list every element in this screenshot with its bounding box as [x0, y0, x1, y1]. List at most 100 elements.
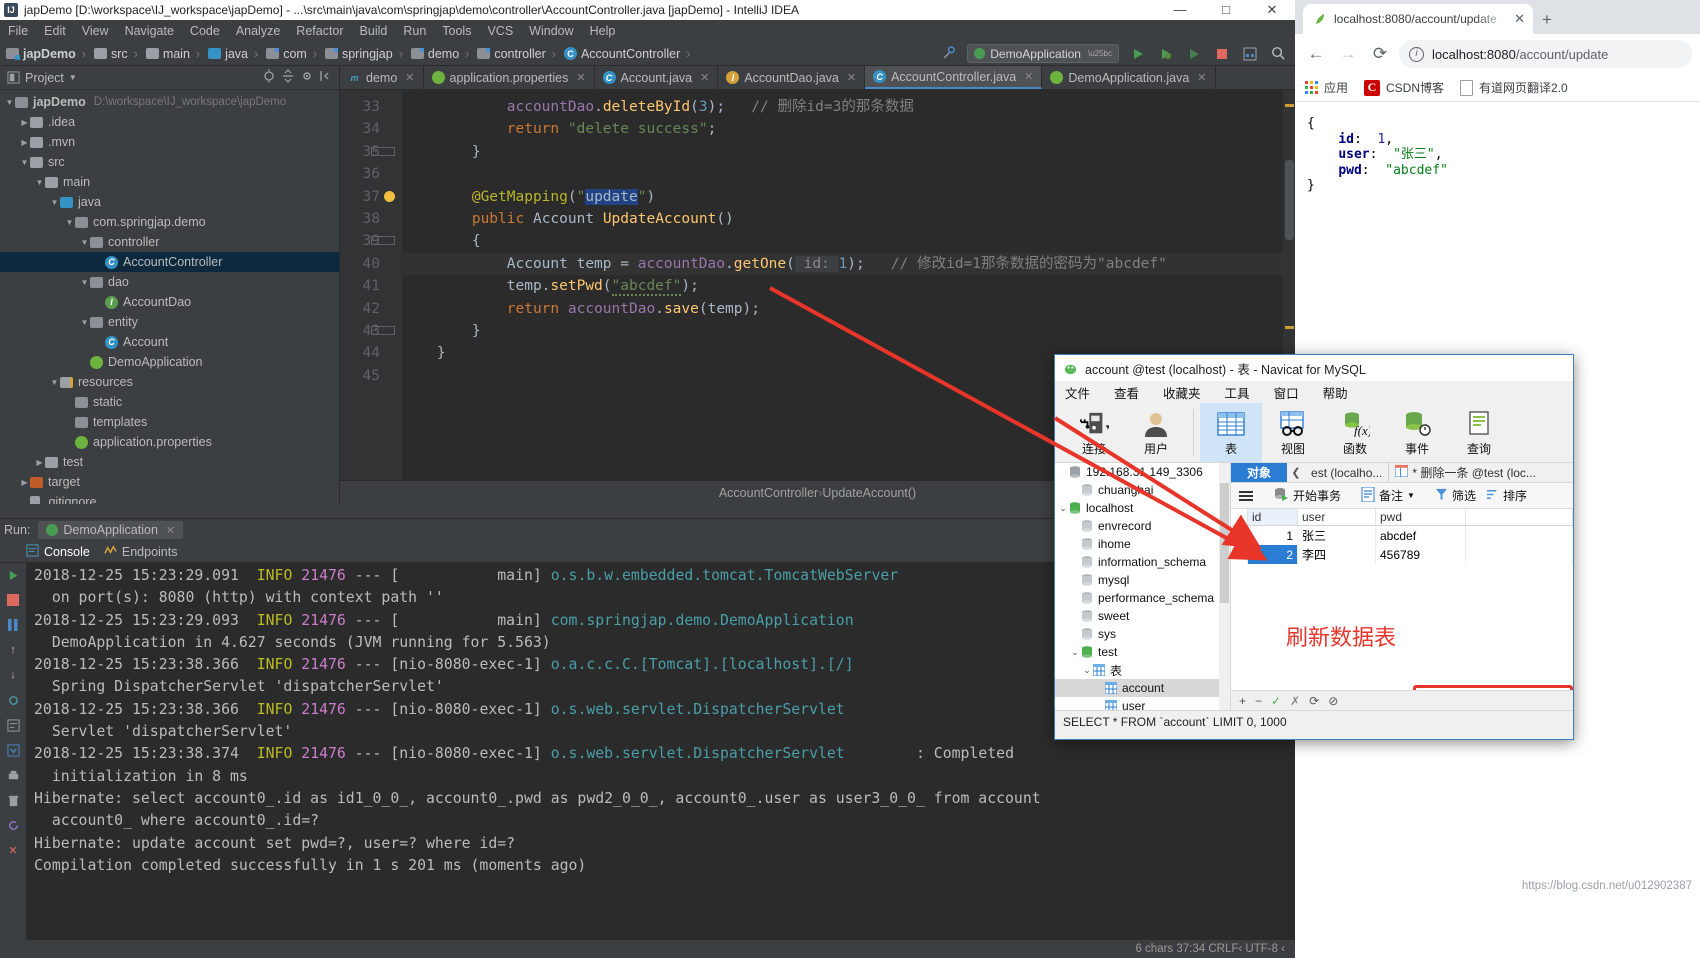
stop-icon[interactable] — [5, 592, 21, 608]
expand-arrow-icon[interactable]: ▼ — [79, 278, 90, 287]
close-button[interactable]: ✕ — [1249, 0, 1295, 20]
menu-window[interactable]: Window — [529, 24, 573, 38]
expand-arrow-icon[interactable]: ▼ — [64, 218, 75, 227]
expand-arrow-icon[interactable]: ▼ — [4, 98, 15, 107]
navicat-tree-item-ihome[interactable]: ihome — [1055, 535, 1230, 553]
menu-edit[interactable]: Edit — [44, 24, 66, 38]
close-icon[interactable]: ✕ — [1514, 11, 1525, 27]
intention-bulb-icon[interactable] — [384, 190, 395, 202]
editor-breadcrumb-item[interactable]: UpdateAccount() — [822, 486, 916, 500]
expand-arrow-icon[interactable]: ▶ — [19, 478, 30, 487]
note-button[interactable]: 备注 ▼ — [1361, 486, 1415, 505]
object-crumb-2[interactable]: * 删除一条 @test (loc... — [1412, 464, 1536, 481]
expand-arrow-icon[interactable]: ⌄ — [1057, 503, 1069, 514]
editor-tab-demoapplication-java[interactable]: DemoApplication.java ✕ — [1042, 66, 1216, 89]
tree-item-dao[interactable]: ▼ dao — [0, 272, 339, 292]
run-sidebar-toolbar[interactable]: ↑ ↓ ✕ — [0, 563, 26, 940]
up-arrow-icon[interactable]: ↑ — [5, 642, 21, 658]
search-icon[interactable] — [1269, 45, 1287, 63]
tree-item-entity[interactable]: ▼ entity — [0, 312, 339, 332]
grid-row[interactable]: ▶ 2 李四 456789 — [1231, 545, 1573, 564]
navicat-tree-item-sweet[interactable]: sweet — [1055, 607, 1230, 625]
address-bar[interactable]: i localhost:8080/account/update — [1399, 40, 1692, 68]
collapse-all-icon[interactable] — [281, 69, 295, 86]
navicat-connection-tree[interactable]: 192.168.31.149_3306 chuanghai ⌄ localhost en… — [1055, 463, 1231, 710]
expand-arrow-icon[interactable]: ▼ — [34, 178, 45, 187]
tree-item-accountdao[interactable]: I AccountDao — [0, 292, 339, 312]
filter-button[interactable]: 筛选 — [1435, 487, 1476, 504]
bookmark-csdn[interactable]: C CSDN博客 — [1364, 79, 1444, 96]
editor-tab-accountcontroller-java[interactable]: C AccountController.java ✕ — [865, 66, 1043, 89]
build-icon[interactable] — [939, 45, 957, 63]
trash-icon[interactable] — [5, 792, 21, 808]
ribbon-query[interactable]: 查询 — [1448, 403, 1510, 462]
navicat-tree-item-information-schema[interactable]: information_schema — [1055, 553, 1230, 571]
breadcrumb-java[interactable]: java › — [208, 47, 264, 61]
cell-id[interactable]: 1 — [1248, 526, 1298, 545]
run-button[interactable] — [1129, 45, 1147, 63]
navicat-menu-item[interactable]: 查看 — [1114, 383, 1139, 402]
menu-analyze[interactable]: Analyze — [236, 24, 280, 38]
chevron-down-icon[interactable]: ▼ — [1407, 491, 1415, 500]
hide-panel-icon[interactable] — [319, 69, 333, 86]
editor-tab-bar[interactable]: m demo ✕ application.properties ✕ C Account.j… — [340, 66, 1295, 90]
tree-item-static[interactable]: static — [0, 392, 339, 412]
tree-item-account[interactable]: C Account — [0, 332, 339, 352]
tree-item-main[interactable]: ▼ main — [0, 172, 339, 192]
expand-arrow-icon[interactable]: ▶ — [19, 118, 30, 127]
line-number[interactable]: 41 — [340, 275, 402, 297]
down-arrow-icon[interactable]: ↓ — [5, 667, 21, 683]
menu-refactor[interactable]: Refactor — [296, 24, 343, 38]
coverage-button[interactable] — [1185, 45, 1203, 63]
begin-transaction-button[interactable]: 开始事务 — [1273, 487, 1341, 505]
cell-user[interactable]: 张三 — [1298, 526, 1376, 545]
navicat-data-grid[interactable]: id user pwd 1 张三 abcdef ▶ 2 李四 456789 — [1231, 509, 1573, 690]
locate-icon[interactable] — [262, 69, 276, 86]
cell-user[interactable]: 李四 — [1298, 545, 1376, 564]
forward-button[interactable]: → — [1335, 41, 1361, 67]
code-fold-icon[interactable]: − — [371, 326, 395, 335]
bookmark-apps[interactable]: 应用 — [1305, 79, 1348, 96]
menu-help[interactable]: Help — [590, 24, 616, 38]
print-icon[interactable] — [5, 767, 21, 783]
tree-item-japdemo[interactable]: ▼ japDemo D:\workspace\IJ_workspace\japDem… — [0, 92, 339, 112]
minimize-button[interactable]: — — [1157, 0, 1203, 20]
apply-change-button[interactable]: ✓ — [1271, 694, 1281, 708]
navicat-tree-item-test[interactable]: ⌄ test — [1055, 643, 1230, 661]
cell-id[interactable]: 2 — [1248, 545, 1298, 564]
tree-item-accountcontroller[interactable]: C AccountController — [0, 252, 339, 272]
line-number[interactable]: 44 — [340, 342, 402, 364]
layout-icon[interactable] — [1241, 45, 1259, 63]
tree-item-controller[interactable]: ▼ controller — [0, 232, 339, 252]
cell-pwd[interactable]: abcdef — [1376, 526, 1466, 545]
add-record-button[interactable]: + — [1239, 694, 1246, 708]
navicat-tree-item-chuanghai[interactable]: chuanghai — [1055, 481, 1230, 499]
reload-button[interactable]: ⟳ — [1367, 41, 1393, 67]
editor-breadcrumb-item[interactable]: AccountController — [719, 486, 818, 500]
menu-navigate[interactable]: Navigate — [125, 24, 174, 38]
refresh-button[interactable]: ⟳ — [1309, 694, 1319, 708]
tree-scrollbar[interactable] — [1219, 463, 1230, 710]
menu-tools[interactable]: Tools — [442, 24, 471, 38]
new-tab-button[interactable]: + — [1533, 6, 1561, 34]
navicat-menu-item[interactable]: 文件 — [1065, 383, 1090, 402]
ribbon-view[interactable]: 视图 — [1262, 403, 1324, 462]
menu-code[interactable]: Code — [190, 24, 220, 38]
navicat-menu-item[interactable]: 工具 — [1225, 383, 1250, 402]
editor-tab-accountdao-java[interactable]: I AccountDao.java ✕ — [718, 66, 866, 89]
tree-item-src[interactable]: ▼ src — [0, 152, 339, 172]
cell-pwd[interactable]: 456789 — [1376, 545, 1466, 564]
code-fold-icon[interactable]: − — [371, 146, 395, 156]
run-subtab-endpoints[interactable]: Endpoints — [104, 544, 177, 560]
line-number[interactable]: 45 — [340, 365, 402, 387]
navicat-tree-item-account[interactable]: account — [1055, 679, 1230, 697]
expand-arrow-icon[interactable]: ▼ — [49, 198, 60, 207]
breadcrumb-demo[interactable]: demo › — [410, 47, 475, 61]
breadcrumb-accountcontroller[interactable]: C AccountController › — [563, 47, 697, 61]
bookmark-youdao[interactable]: 有道网页翻译2.0 — [1460, 79, 1568, 96]
column-header-pwd[interactable]: pwd — [1376, 509, 1466, 525]
close-icon[interactable]: ✕ — [847, 71, 856, 84]
tree-item-templates[interactable]: templates — [0, 412, 339, 432]
tree-item-target[interactable]: ▶ target — [0, 472, 339, 492]
grid-footer-toolbar[interactable]: + − ✓ ✗ ⟳ ⊘ — [1231, 690, 1573, 710]
